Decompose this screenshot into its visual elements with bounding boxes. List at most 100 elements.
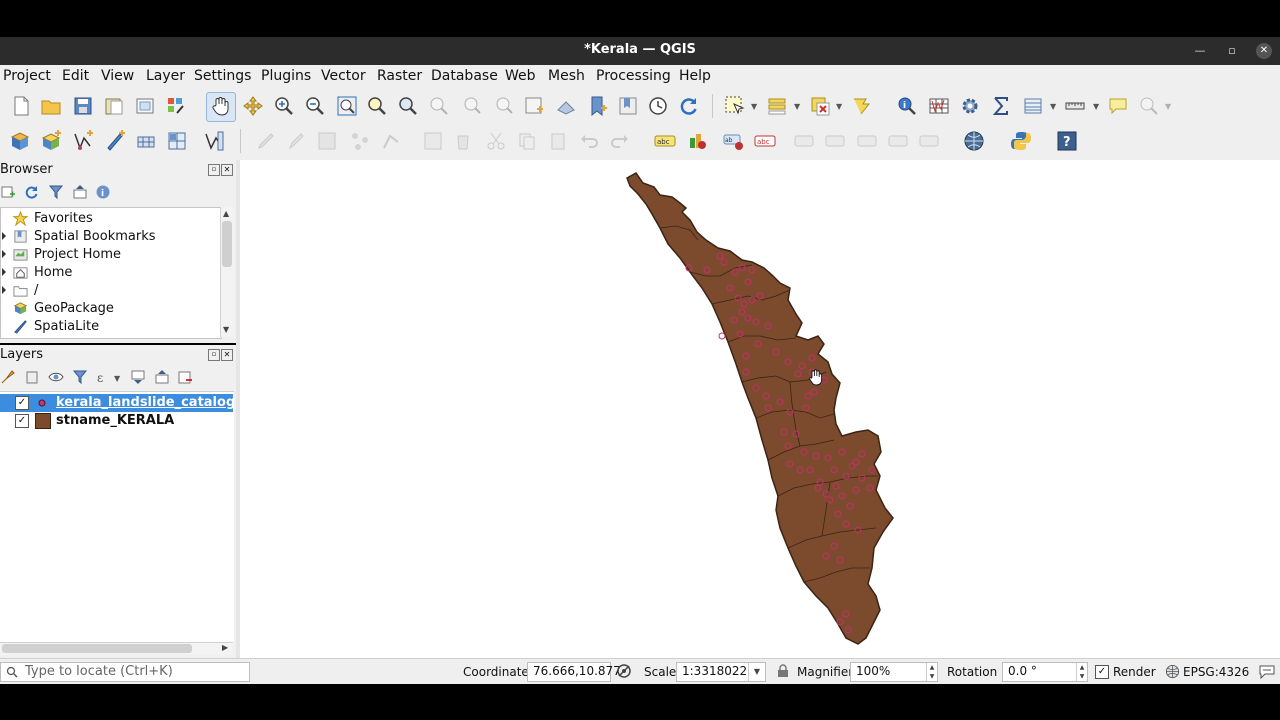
rotation-spin-arrows[interactable]: ▲ ▼: [1076, 663, 1087, 681]
current-edits-icon[interactable]: [255, 130, 277, 152]
data-source-manager-icon[interactable]: [9, 130, 31, 152]
change-label-icon[interactable]: [918, 130, 940, 152]
browser-item-spatial-bookmarks[interactable]: Spatial Bookmarks: [1, 228, 221, 246]
crs-label[interactable]: EPSG:4326: [1183, 665, 1249, 679]
locator-search-icon[interactable]: [1138, 95, 1160, 117]
scroll-right-arrow-icon[interactable]: ▶: [222, 643, 228, 652]
manage-themes-icon[interactable]: [48, 369, 64, 385]
layers-hscroll-thumb[interactable]: [2, 644, 192, 653]
add-selected-layers-icon[interactable]: [0, 184, 16, 200]
properties-info-icon[interactable]: i: [95, 184, 111, 200]
zoom-native-icon[interactable]: [428, 95, 450, 117]
new-3d-view-icon[interactable]: [555, 95, 577, 117]
filter-by-expression-icon[interactable]: ε: [95, 369, 111, 385]
coordinate-toggle-icon[interactable]: [616, 663, 632, 679]
coordinate-field[interactable]: 76.666,10.877: [527, 662, 621, 682]
menu-vector[interactable]: Vector: [321, 68, 366, 84]
maximize-button[interactable]: ▫: [1224, 43, 1240, 59]
undo-icon[interactable]: [578, 130, 600, 152]
browser-scroll-thumb[interactable]: [222, 221, 232, 267]
open-project-icon[interactable]: [40, 95, 62, 117]
browser-item-favorites[interactable]: Favorites: [1, 210, 221, 228]
add-virtual-layer-icon[interactable]: [166, 130, 188, 152]
collapse-all-layers-icon[interactable]: [154, 369, 170, 385]
locator-dropdown-arrow[interactable]: ▼: [1165, 102, 1171, 111]
zoom-in-icon[interactable]: [273, 95, 295, 117]
magnifier-spinbox[interactable]: 100% ▲ ▼: [850, 662, 938, 682]
rotate-label-icon[interactable]: [887, 130, 909, 152]
move-label-icon[interactable]: [856, 130, 878, 152]
layer-row[interactable]: ✓ stname_KERALA: [0, 412, 233, 430]
field-calc-dropdown-arrow[interactable]: ▼: [1050, 102, 1056, 111]
print-layout-icon[interactable]: [134, 95, 156, 117]
scroll-up-arrow-icon[interactable]: ▲: [223, 209, 229, 218]
vertex-tool-icon[interactable]: [380, 130, 402, 152]
browser-item-project-home[interactable]: Project Home: [1, 246, 221, 264]
expand-arrow-icon[interactable]: [2, 232, 6, 240]
layer-visibility-checkbox[interactable]: ✓: [15, 414, 29, 428]
zoom-full-icon[interactable]: [336, 95, 358, 117]
cut-features-icon[interactable]: [485, 130, 507, 152]
menu-view[interactable]: View: [101, 68, 134, 84]
scroll-down-arrow-icon[interactable]: ▼: [223, 325, 229, 334]
modify-attributes-icon[interactable]: [422, 130, 444, 152]
deselect-features-icon[interactable]: [809, 95, 831, 117]
new-map-view-icon[interactable]: [523, 95, 545, 117]
browser-scrollbar[interactable]: ▲ ▼: [220, 207, 234, 337]
crs-globe-icon[interactable]: [1165, 664, 1180, 679]
menu-edit[interactable]: Edit: [62, 68, 89, 84]
temporal-controller-icon[interactable]: [647, 95, 669, 117]
new-bookmark-icon[interactable]: [587, 95, 609, 117]
open-field-calculator-icon[interactable]: [1022, 95, 1044, 117]
browser-item-home[interactable]: Home: [1, 264, 221, 282]
menu-settings[interactable]: Settings: [194, 68, 251, 84]
rotation-spinbox[interactable]: 0.0 ° ▲ ▼: [1002, 662, 1088, 682]
diagram-options-icon[interactable]: [686, 130, 708, 152]
new-project-icon[interactable]: [10, 95, 32, 117]
quickmapservices-globe-icon[interactable]: [963, 130, 985, 152]
menu-project[interactable]: Project: [3, 68, 51, 84]
attribute-table-icon[interactable]: [928, 95, 950, 117]
magnifier-spin-arrows[interactable]: ▲ ▼: [926, 663, 937, 681]
measure-line-icon[interactable]: [1064, 95, 1086, 117]
save-edits-icon[interactable]: [316, 130, 338, 152]
remove-layer-icon[interactable]: [177, 369, 193, 385]
pan-hand-icon[interactable]: [210, 95, 232, 117]
menu-plugins[interactable]: Plugins: [261, 68, 311, 84]
zoom-next-icon[interactable]: [492, 95, 514, 117]
menu-raster[interactable]: Raster: [377, 68, 422, 84]
render-checkbox[interactable]: ✓: [1095, 665, 1109, 679]
browser-item-geopackage[interactable]: GeoPackage: [1, 300, 221, 318]
style-manager-icon[interactable]: [165, 95, 187, 117]
highlight-pinned-labels-icon[interactable]: abc: [754, 130, 776, 152]
scale-combobox[interactable]: 1:3318022 ▼: [676, 662, 766, 682]
messages-icon[interactable]: [1258, 664, 1276, 679]
pin-labels-icon[interactable]: [793, 130, 815, 152]
browser-item-spatialite[interactable]: SpatiaLite: [1, 318, 221, 336]
close-button[interactable]: ✕: [1256, 43, 1272, 59]
zoom-to-layer-icon[interactable]: [397, 95, 419, 117]
browser-close-icon[interactable]: ✕: [221, 164, 233, 176]
select-features-icon[interactable]: [724, 95, 746, 117]
processing-toolbox-icon[interactable]: [959, 95, 981, 117]
save-as-icon[interactable]: [103, 95, 125, 117]
layers-close-icon[interactable]: ✕: [221, 349, 233, 361]
menu-database[interactable]: Database: [431, 68, 498, 84]
layers-float-icon[interactable]: ▫: [208, 349, 220, 361]
zoom-to-selection-icon[interactable]: [366, 95, 388, 117]
save-project-icon[interactable]: [72, 95, 94, 117]
scale-dropdown-arrow[interactable]: ▼: [748, 663, 765, 681]
menu-help[interactable]: Help: [679, 68, 711, 84]
menu-web[interactable]: Web: [505, 68, 536, 84]
select-location-icon[interactable]: [851, 95, 873, 117]
add-group-icon[interactable]: [24, 369, 40, 385]
minimize-button[interactable]: —: [1192, 43, 1208, 59]
browser-float-icon[interactable]: ▫: [208, 164, 220, 176]
map-canvas[interactable]: [240, 160, 1280, 658]
layer-visibility-checkbox[interactable]: ✓: [15, 396, 29, 410]
select-by-value-icon[interactable]: [766, 95, 788, 117]
statistics-sum-icon[interactable]: [990, 95, 1012, 117]
locator-search-field[interactable]: Type to locate (Ctrl+K): [0, 662, 250, 682]
pan-to-selection-icon[interactable]: [242, 95, 264, 117]
show-hide-labels-icon[interactable]: [824, 130, 846, 152]
